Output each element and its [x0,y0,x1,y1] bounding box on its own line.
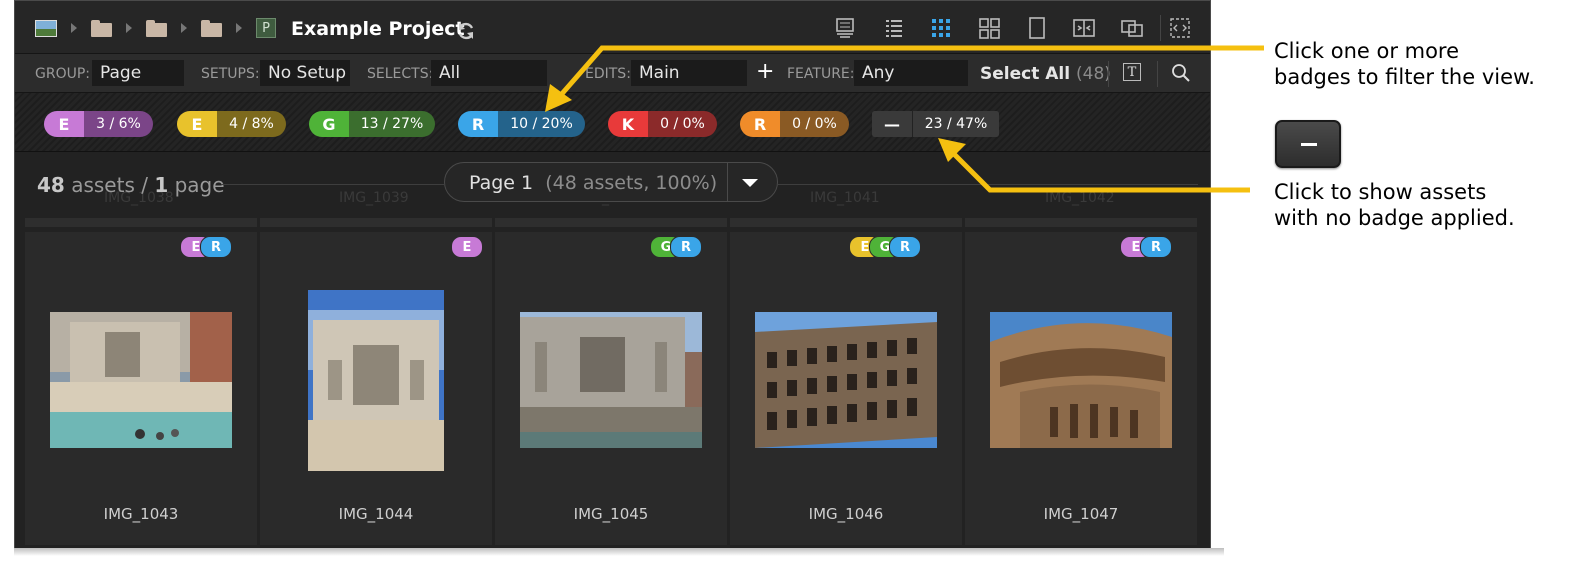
callout-line: with no badge applied. [1274,206,1515,230]
callout-line: Click one or more [1274,39,1460,63]
arrow-to-none-badge [950,150,1250,193]
no-badge-button-illustration [1275,120,1341,168]
callout-no-badge-text: Click to show assets with no badge appli… [1274,179,1515,231]
arrow-to-badges [558,45,1264,98]
callout-filter-text: Click one or more badges to filter the v… [1274,38,1535,90]
callout-line: badges to filter the view. [1274,65,1535,89]
callout-line: Click to show assets [1274,180,1487,204]
